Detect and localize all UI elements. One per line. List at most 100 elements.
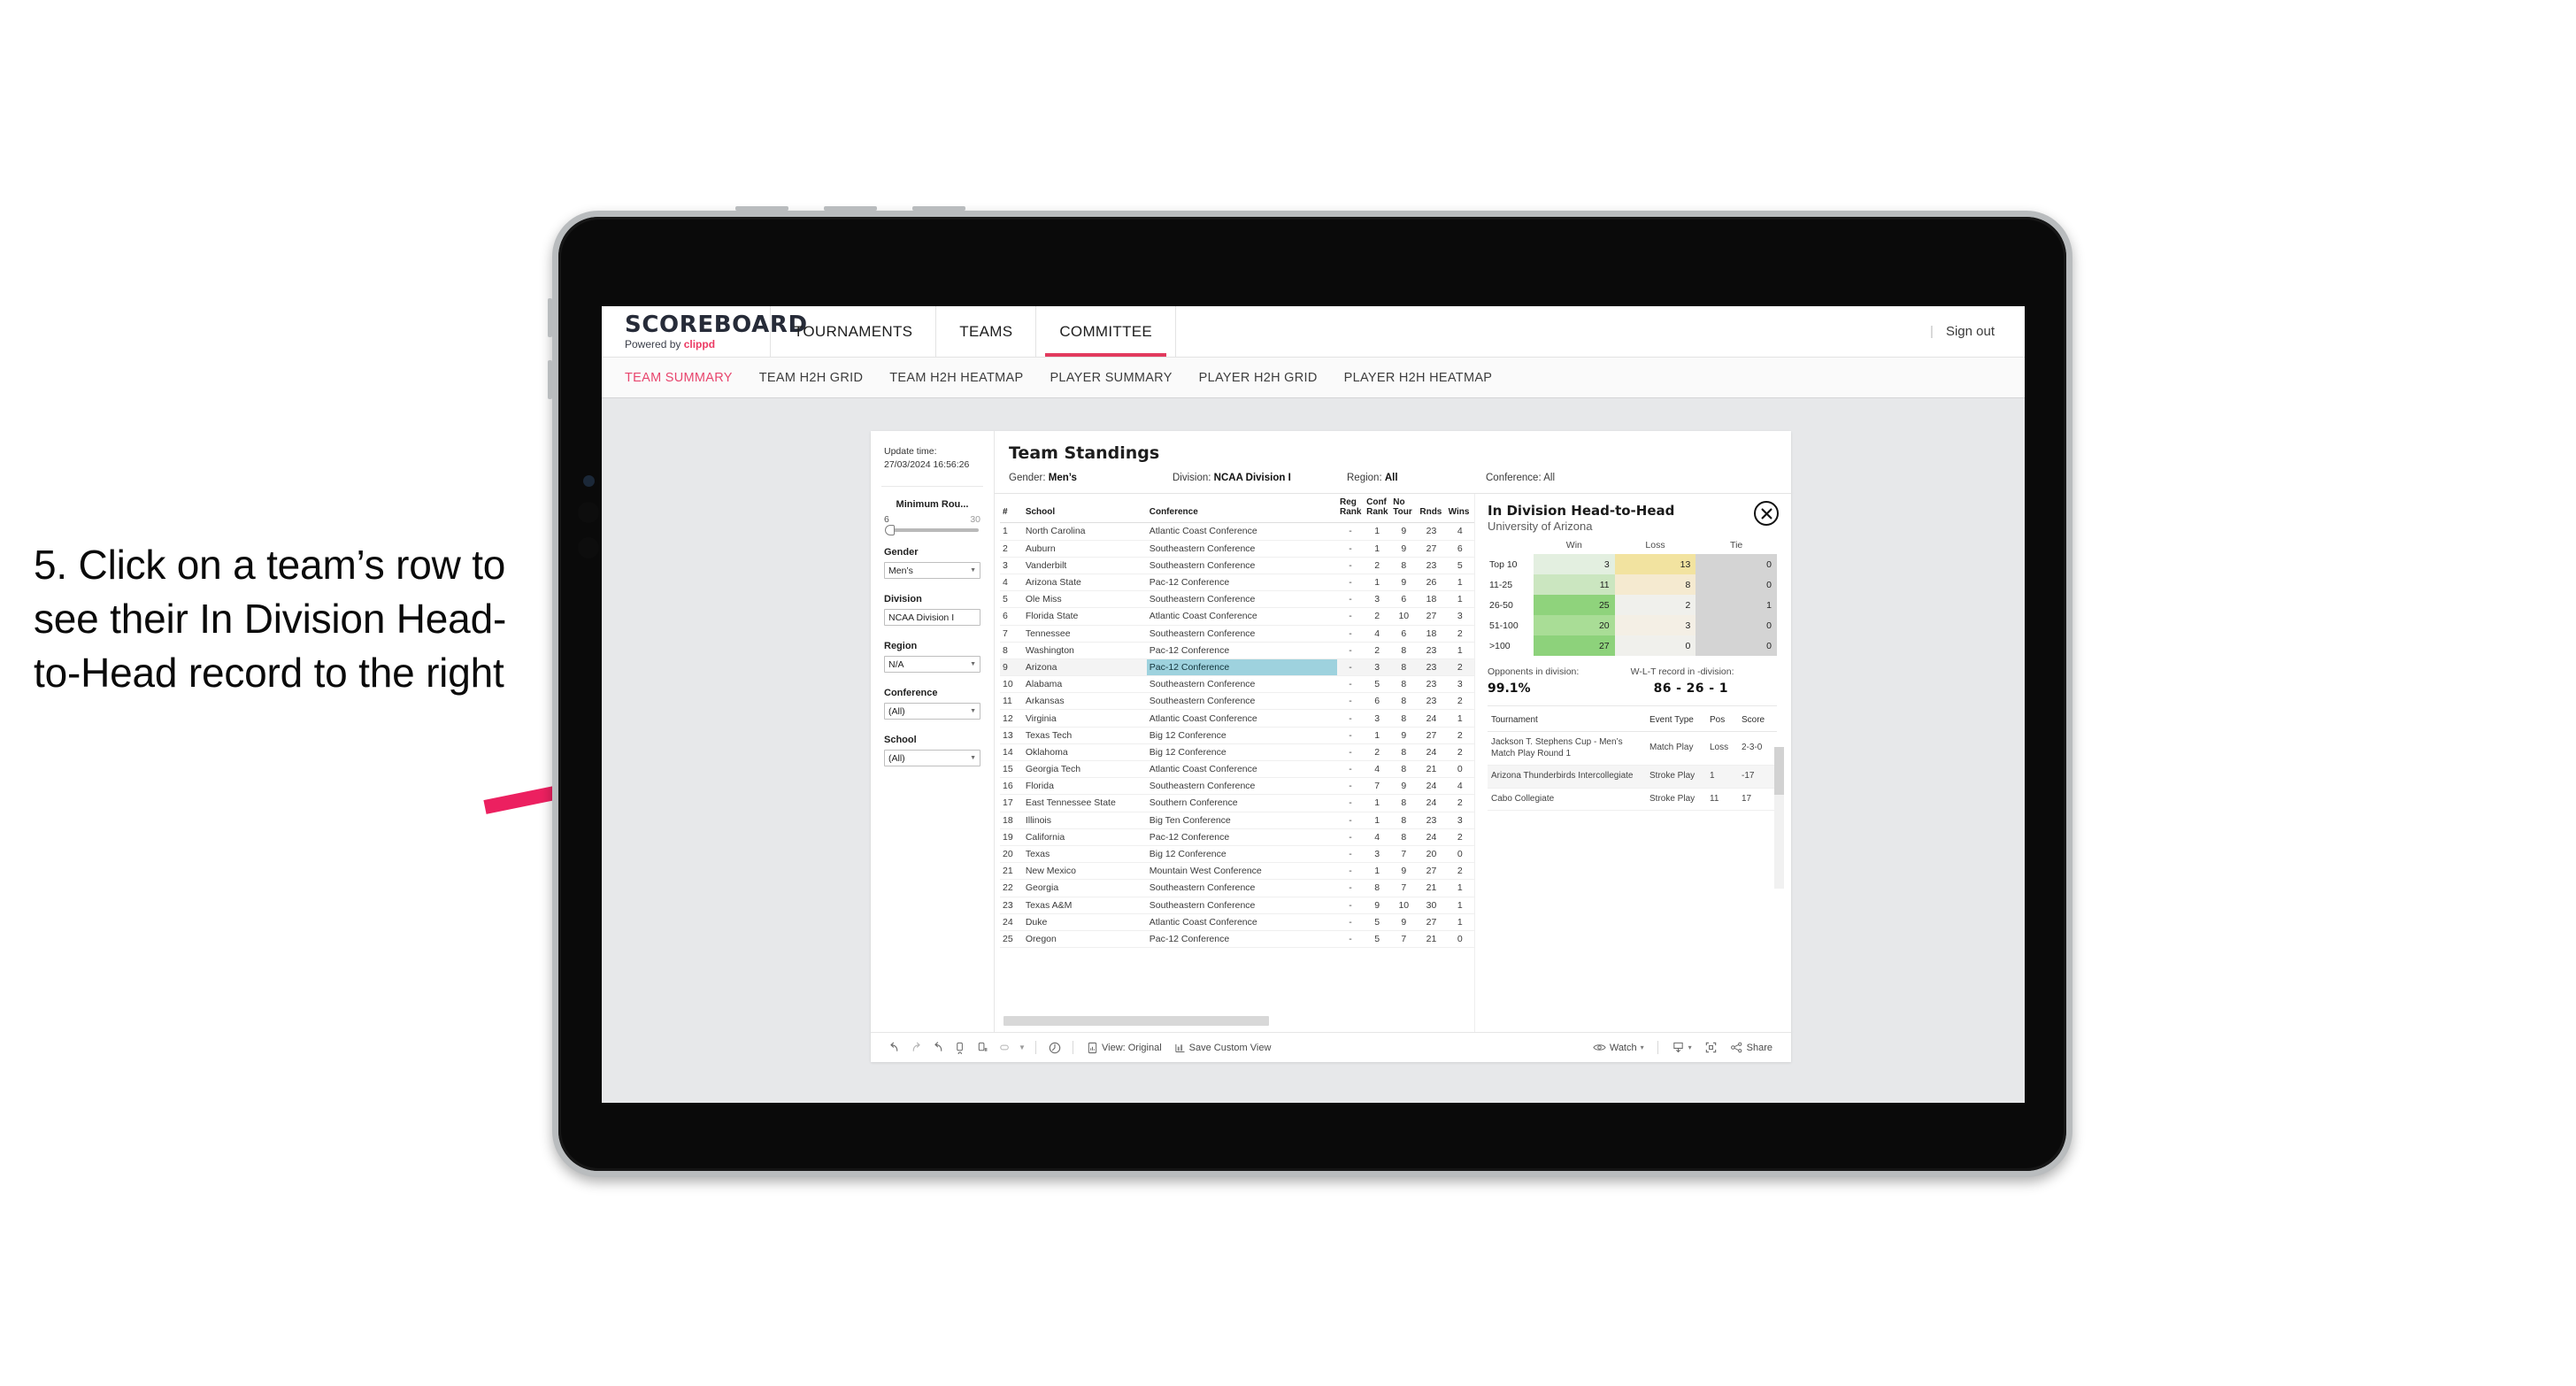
tournament-col-pos[interactable]: Pos [1706,708,1738,732]
standings-cell-rnds: 23 [1417,812,1446,829]
tournament-col-tournament[interactable]: Tournament [1488,708,1646,732]
region-select[interactable]: N/A ▼ [884,656,980,674]
tab-player-h2h-grid[interactable]: PLAYER H2H GRID [1199,371,1318,385]
tab-team-summary[interactable]: TEAM SUMMARY [625,371,733,385]
table-row[interactable]: 21 New Mexico Mountain West Conference -1 9 2… [1000,862,1474,881]
standings-col-wins[interactable]: Wins [1445,494,1474,524]
tab-team-h2h-grid[interactable]: TEAM H2H GRID [759,371,864,385]
table-row[interactable]: 5 Ole Miss Southeastern Conference -3 6 18 1 [1000,590,1474,609]
nav-teams[interactable]: TEAMS [936,306,1035,357]
pause-refresh-icon[interactable] [972,1037,994,1059]
table-row[interactable]: 1 North Carolina Atlantic Coast Conference… [1000,522,1474,541]
standings-col-conf-rank[interactable]: Conf Rank [1364,494,1391,524]
table-row[interactable]: 18 Illinois Big Ten Conference -1 8 23 3 [1000,812,1474,829]
table-row[interactable]: 7 Tennessee Southeastern Conference -4 6 18 2 [1000,625,1474,643]
standings-cell-conf-rank: 8 [1364,879,1391,897]
revert-icon[interactable] [927,1037,950,1059]
tournament-col-event-type[interactable]: Event Type [1646,708,1706,732]
standings-col-no-tour[interactable]: No Tour [1390,494,1418,524]
table-row[interactable]: 23 Texas A&M Southeastern Conference -9 10 30… [1000,897,1474,914]
opponents-in-division-stat: Opponents in division: 99.1% [1488,666,1620,696]
standings-cell-wins: 1 [1445,590,1474,609]
minimum-rounds-slider[interactable] [885,525,979,536]
standings-cell-rank: 17 [1000,794,1023,812]
fullscreen-button[interactable] [1698,1041,1724,1054]
standings-cell-wins: 2 [1445,625,1474,643]
tab-player-h2h-heatmap[interactable]: PLAYER H2H HEATMAP [1344,371,1493,385]
standings-cell-no-tour: 8 [1390,675,1418,694]
table-row[interactable]: 25 Oregon Pac-12 Conference -5 7 21 0 [1000,930,1474,949]
standings-cell-no-tour: 8 [1390,692,1418,711]
table-row[interactable]: 24 Duke Atlantic Coast Conference -5 9 27 1 [1000,913,1474,931]
table-row[interactable]: 11 Arkansas Southeastern Conference -6 8 23 2 [1000,692,1474,711]
watch-button[interactable]: Watch ▾ [1587,1043,1650,1053]
table-row[interactable]: 8 Washington Pac-12 Conference -2 8 23 1 [1000,642,1474,659]
nav-committee[interactable]: COMMITTEE [1036,306,1175,357]
standings-cell-rank: 21 [1000,862,1023,881]
table-row[interactable]: 14 Oklahoma Big 12 Conference -2 8 24 2 [1000,743,1474,762]
undo-icon[interactable] [883,1037,905,1059]
download-button[interactable]: ▾ [1665,1041,1698,1054]
tab-team-h2h-heatmap[interactable]: TEAM H2H HEATMAP [889,371,1023,385]
table-row[interactable]: 20 Texas Big 12 Conference -3 7 20 0 [1000,845,1474,864]
table-row[interactable]: 4 Arizona State Pac-12 Conference -1 9 26 1 [1000,574,1474,592]
table-row[interactable]: 13 Texas Tech Big 12 Conference -1 9 27 2 [1000,727,1474,744]
minimum-rounds-slider-handle[interactable] [885,525,895,536]
redo-icon[interactable] [905,1037,927,1059]
sheet-toolbar: ▼ View: Original Save Custom View Watch … [871,1032,1791,1062]
table-row[interactable]: 15 Georgia Tech Atlantic Coast Conference -… [1000,760,1474,779]
table-row[interactable]: 19 California Pac-12 Conference -4 8 24 2 [1000,828,1474,846]
opponents-value: 99.1% [1488,681,1531,696]
tab-player-summary[interactable]: PLAYER SUMMARY [1050,371,1172,385]
standings-cell-reg-rank: - [1336,828,1365,846]
close-icon[interactable] [1754,501,1779,526]
share-button[interactable]: Share [1724,1041,1779,1054]
tournament-row[interactable]: Jackson T. Stephens Cup - Men’s Match Pl… [1488,731,1777,766]
conference-select[interactable]: (All) ▼ [884,703,980,720]
app-header: SCOREBOARD Powered by clippd TOURNAMENTS… [602,306,2025,358]
download-caret-icon: ▾ [1688,1043,1692,1051]
horizontal-scrollbar[interactable] [1003,1016,1269,1026]
tournament-vertical-scrollbar[interactable] [1774,747,1784,889]
table-row[interactable]: 9 Arizona Pac-12 Conference -3 8 23 2 [1000,658,1474,677]
tournament-row[interactable]: Cabo Collegiate Stroke Play 11 17 [1488,788,1777,811]
standings-col--[interactable]: # [1000,494,1023,524]
standings-col-reg-rank[interactable]: Reg Rank [1336,494,1365,524]
highlight-icon[interactable] [994,1037,1016,1059]
table-row[interactable]: 2 Auburn Southeastern Conference -1 9 27 6 [1000,540,1474,558]
alert-clock-icon[interactable] [1043,1037,1065,1059]
standings-cell-wins: 4 [1445,522,1474,541]
table-row[interactable]: 3 Vanderbilt Southeastern Conference -2 8 23 5 [1000,557,1474,574]
tournament-results-table: Tournament Event Type Pos Score Jackson T. … [1488,708,1777,811]
nav-tournaments[interactable]: TOURNAMENTS [771,306,935,357]
standings-cell-rank: 12 [1000,709,1023,728]
standings-cell-wins: 3 [1445,607,1474,626]
save-custom-view-button[interactable]: Save Custom View [1168,1042,1278,1054]
table-row[interactable]: 12 Virginia Atlantic Coast Conference -3 8 24… [1000,709,1474,728]
view-original-button[interactable]: View: Original [1080,1042,1168,1054]
filter-division: Division NCAA Division I [871,594,994,627]
division-select[interactable]: NCAA Division I [884,609,980,627]
summary-region: Region: All [1347,473,1486,483]
table-row[interactable]: 16 Florida Southeastern Conference -7 9 24 4 [1000,777,1474,796]
standings-cell-conf-rank: 4 [1364,625,1391,643]
table-row[interactable]: 22 Georgia Southeastern Conference -8 7 21 1 [1000,879,1474,897]
refresh-data-icon[interactable] [950,1037,972,1059]
school-select[interactable]: (All) ▼ [884,750,980,767]
highlight-dropdown-caret[interactable]: ▼ [1016,1037,1028,1059]
standings-col-school[interactable]: School [1022,494,1147,524]
table-row[interactable]: 17 East Tennessee State Southern Conferenc… [1000,794,1474,812]
table-row[interactable]: 10 Alabama Southeastern Conference -5 8 23 3 [1000,675,1474,694]
gender-select[interactable]: Men’s ▼ [884,562,980,580]
standings-col-rnds[interactable]: Rnds [1417,494,1446,524]
h2h-detail-panel: In Division Head-to-Head University of A… [1474,494,1791,1032]
standings-cell-conference: Southeastern Conference [1146,897,1337,914]
standings-cell-school: Florida [1022,777,1147,796]
sign-out-link[interactable]: Sign out [1946,324,1995,339]
tournament-col-score[interactable]: Score [1738,708,1777,732]
standings-col-conference[interactable]: Conference [1146,494,1337,524]
tournament-row[interactable]: Arizona Thunderbirds Intercollegiate Stro… [1488,765,1777,789]
table-row[interactable]: 6 Florida State Atlantic Coast Conference -… [1000,607,1474,626]
toolbar-separator-3 [1657,1041,1658,1054]
standings-cell-conf-rank: 3 [1364,658,1391,677]
